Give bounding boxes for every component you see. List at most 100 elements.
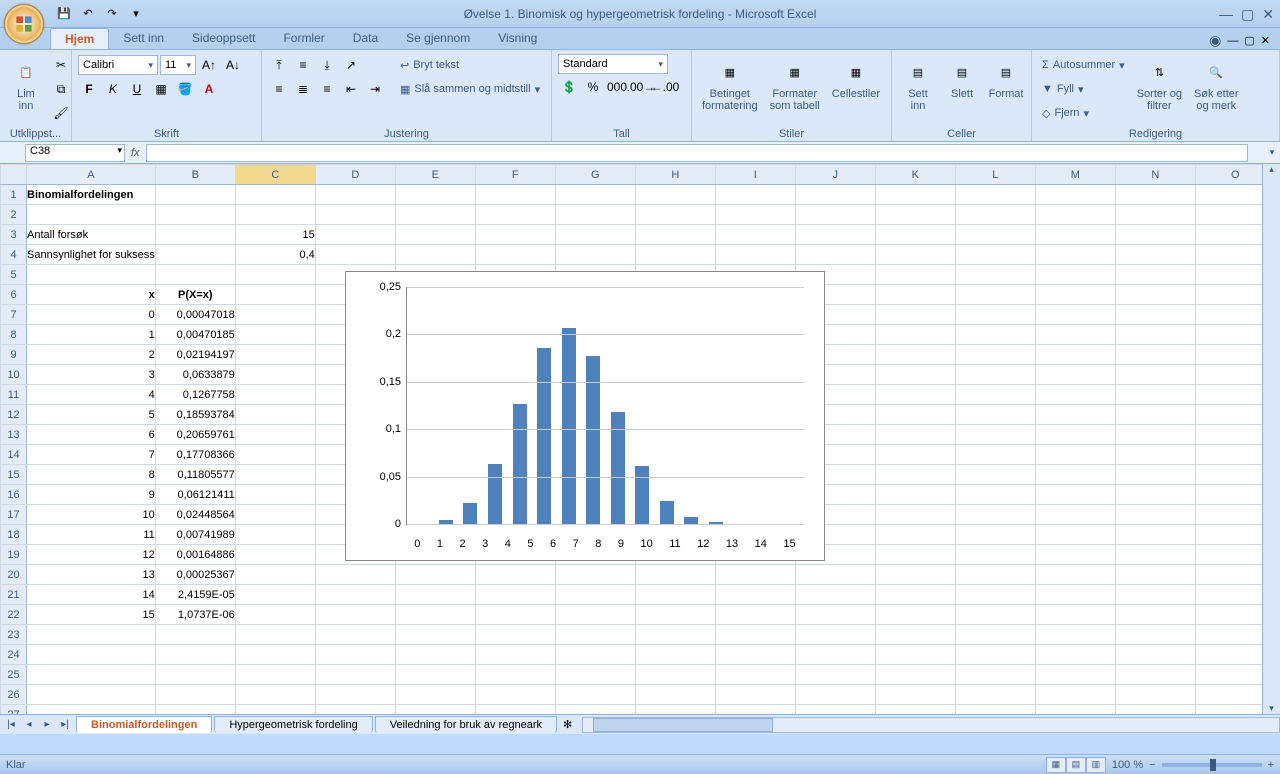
cell[interactable] — [875, 305, 955, 325]
cell[interactable] — [395, 565, 475, 585]
row-header[interactable]: 18 — [1, 525, 27, 545]
cell[interactable] — [475, 645, 555, 665]
fill-button[interactable]: ▼Fyll ▾ — [1038, 78, 1129, 100]
sheet-tab[interactable]: Hypergeometrisk fordeling — [214, 716, 372, 733]
cell[interactable] — [635, 185, 715, 205]
cell[interactable] — [955, 545, 1035, 565]
cell[interactable] — [1115, 365, 1195, 385]
cell[interactable] — [635, 245, 715, 265]
cell[interactable] — [555, 205, 635, 225]
cell[interactable] — [795, 185, 875, 205]
cell[interactable] — [155, 625, 235, 645]
cell[interactable] — [875, 485, 955, 505]
cell[interactable] — [555, 665, 635, 685]
cell[interactable] — [235, 705, 315, 715]
cell[interactable] — [1035, 585, 1115, 605]
cell[interactable] — [1115, 645, 1195, 665]
page-break-view-icon[interactable]: ▥ — [1086, 757, 1106, 773]
cell[interactable] — [155, 685, 235, 705]
fx-button[interactable]: fx — [131, 147, 140, 159]
cell[interactable] — [875, 245, 955, 265]
font-size-combo[interactable]: 11 — [160, 55, 196, 75]
cell[interactable] — [1115, 625, 1195, 645]
cell[interactable]: P(X=x) — [155, 285, 235, 305]
cell[interactable] — [635, 625, 715, 645]
cell[interactable]: 0,0633879 — [155, 365, 235, 385]
cell[interactable] — [1115, 545, 1195, 565]
column-header[interactable]: D — [315, 165, 395, 185]
cell[interactable] — [795, 705, 875, 715]
column-header[interactable]: J — [795, 165, 875, 185]
column-header[interactable]: L — [955, 165, 1035, 185]
chart-bar[interactable] — [513, 404, 527, 524]
cell[interactable] — [875, 405, 955, 425]
cell[interactable] — [555, 225, 635, 245]
row-header[interactable]: 3 — [1, 225, 27, 245]
cell[interactable] — [875, 505, 955, 525]
italic-button[interactable]: K — [102, 78, 124, 100]
cell[interactable]: 0,00741989 — [155, 525, 235, 545]
row-header[interactable]: 20 — [1, 565, 27, 585]
row-header[interactable]: 13 — [1, 425, 27, 445]
chart-bar[interactable] — [463, 503, 477, 524]
decrease-decimal-icon[interactable]: ←.00 — [654, 76, 676, 98]
cell[interactable] — [955, 585, 1035, 605]
cell[interactable]: 0,02448564 — [155, 505, 235, 525]
cell[interactable] — [875, 625, 955, 645]
cell[interactable] — [395, 585, 475, 605]
cell[interactable] — [27, 685, 156, 705]
align-top-icon[interactable]: ⤒ — [268, 54, 290, 76]
cell[interactable] — [1035, 365, 1115, 385]
cell[interactable] — [795, 645, 875, 665]
cell[interactable] — [235, 425, 315, 445]
cell[interactable] — [155, 245, 235, 265]
cell[interactable] — [955, 365, 1035, 385]
close-inner-button[interactable]: ✕ — [1261, 34, 1270, 47]
cell[interactable] — [475, 185, 555, 205]
cell[interactable]: 0,11805577 — [155, 465, 235, 485]
cell[interactable] — [1035, 665, 1115, 685]
cell[interactable] — [155, 225, 235, 245]
cell[interactable] — [715, 645, 795, 665]
row-header[interactable]: 1 — [1, 185, 27, 205]
row-header[interactable]: 25 — [1, 665, 27, 685]
cell[interactable] — [555, 185, 635, 205]
cell[interactable] — [1115, 425, 1195, 445]
cell[interactable] — [395, 605, 475, 625]
cell[interactable] — [1115, 265, 1195, 285]
redo-icon[interactable]: ↷ — [102, 4, 122, 24]
cell[interactable] — [635, 705, 715, 715]
select-all-button[interactable] — [1, 165, 27, 185]
row-header[interactable]: 21 — [1, 585, 27, 605]
cell[interactable] — [715, 565, 795, 585]
cell[interactable] — [955, 505, 1035, 525]
font-color-icon[interactable]: A — [198, 78, 220, 100]
cell[interactable] — [875, 705, 955, 715]
cell[interactable] — [315, 645, 395, 665]
cell[interactable] — [955, 705, 1035, 715]
cell[interactable] — [955, 185, 1035, 205]
cell[interactable]: 0,00047018 — [155, 305, 235, 325]
clear-button[interactable]: ◇Fjern ▾ — [1038, 102, 1129, 124]
first-sheet-icon[interactable]: |◂ — [2, 719, 20, 730]
cell[interactable] — [955, 205, 1035, 225]
row-header[interactable]: 26 — [1, 685, 27, 705]
cell[interactable] — [1115, 445, 1195, 465]
cell[interactable] — [875, 525, 955, 545]
cell[interactable]: 0,00164886 — [155, 545, 235, 565]
cell[interactable] — [795, 245, 875, 265]
cell[interactable] — [715, 685, 795, 705]
cell[interactable] — [715, 665, 795, 685]
cell[interactable] — [955, 405, 1035, 425]
cell[interactable] — [395, 645, 475, 665]
cell[interactable] — [1115, 685, 1195, 705]
column-header[interactable]: C — [235, 165, 315, 185]
cell[interactable] — [715, 705, 795, 715]
cell[interactable] — [27, 645, 156, 665]
cell[interactable] — [235, 345, 315, 365]
cell[interactable] — [235, 405, 315, 425]
cell[interactable] — [1115, 245, 1195, 265]
cell[interactable] — [235, 505, 315, 525]
cell[interactable]: Antall forsøk — [27, 225, 156, 245]
cell[interactable] — [1115, 305, 1195, 325]
